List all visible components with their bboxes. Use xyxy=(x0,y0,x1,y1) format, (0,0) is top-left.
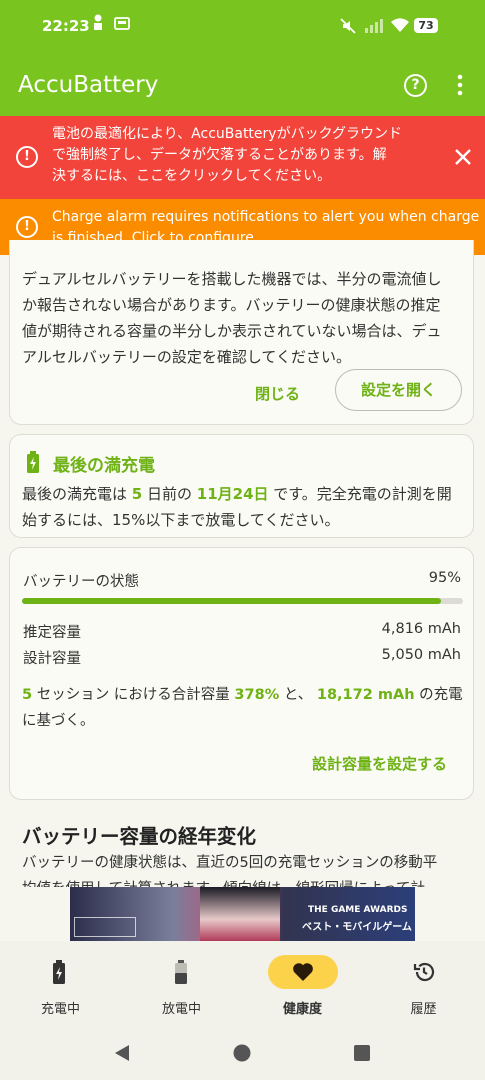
health-percent: 95% xyxy=(428,570,461,586)
battery-health-card: バッテリーの状態 95% 推定容量 4,816 mAh 設計容量 5,050 m… xyxy=(9,547,474,800)
nav-label-health: 健康度 xyxy=(282,1002,322,1017)
total-mah-value: 18,172 mAh xyxy=(316,687,415,703)
nav-history[interactable]: 履歴 xyxy=(363,941,484,1026)
ad-character-art xyxy=(200,887,280,941)
text-segment: と、 xyxy=(279,687,317,703)
set-design-capacity-button[interactable]: 設計容量を設定する xyxy=(312,753,447,774)
bottom-navigation: 充電中 放電中 健康度 履歴 xyxy=(0,941,485,1026)
design-capacity-label: 設計容量 xyxy=(23,651,81,667)
wifi-icon xyxy=(391,18,409,32)
help-icon[interactable]: ? xyxy=(404,74,427,97)
app-bar: AccuBattery ? xyxy=(0,56,485,116)
history-icon xyxy=(413,962,435,982)
battery-status-icon: 73 xyxy=(414,18,438,33)
alarm-line-1: Charge alarm requires notifications to a… xyxy=(52,209,480,225)
text-segment: 最後の満充電は xyxy=(22,485,132,503)
last-full-charge-line-1: 最後の満充電は 5 日前の 11月24日 です。完全充電の計測を開 xyxy=(22,481,452,507)
more-options-icon[interactable] xyxy=(456,74,464,96)
battery-optimization-warning[interactable]: ! 電池の最適化により、AccuBatteryがバックグラウンド で強制終了し、… xyxy=(0,116,485,199)
ad-title: THE GAME AWARDS xyxy=(308,905,408,915)
capacity-description: バッテリーの健康状態は、直近の5回の充電セッションの移動平 均値を使用して計算さ… xyxy=(22,850,482,887)
capacity-line-1: バッテリーの健康状態は、直近の5回の充電セッションの移動平 xyxy=(22,855,438,871)
days-value: 5 xyxy=(131,485,143,503)
text-segment: の充電 xyxy=(414,687,463,703)
signal-icon xyxy=(365,19,383,33)
sessions-value: 5 xyxy=(22,687,33,703)
last-full-charge-card: 最後の満充電 最後の満充電は 5 日前の 11月24日 です。完全充電の計測を開… xyxy=(9,434,474,538)
dual-cell-line-2: か報告されない場合があります。バッテリーの健康状態の推定 xyxy=(22,296,441,314)
dual-cell-line-4: アルセルバッテリーの設定を確認してください。 xyxy=(22,348,351,366)
dual-cell-line-1: デュアルセルバッテリーを搭載した機器では、半分の電流値し xyxy=(22,270,442,288)
nav-label-history: 履歴 xyxy=(410,1002,437,1017)
notification-icon xyxy=(94,14,102,30)
system-navigation-bar xyxy=(0,1026,485,1080)
design-capacity-value: 5,050 mAh xyxy=(381,647,461,663)
capacity-line-2: 均値を使用して計算されます。傾向線は、線形回帰によって計 xyxy=(22,876,482,887)
open-settings-button[interactable]: 設定を開く xyxy=(335,369,462,411)
estimated-capacity-value: 4,816 mAh xyxy=(381,621,461,637)
text-segment: 日前の xyxy=(142,485,197,503)
open-settings-label: 設定を開く xyxy=(360,381,436,399)
capacity-section-title: バッテリー容量の経年変化 xyxy=(22,825,257,848)
dual-cell-line-3: 値が期待される容量の半分しか表示されていない場合は、デュ xyxy=(22,322,442,340)
battery-level-text: 73 xyxy=(418,19,434,32)
nav-label-charging: 充電中 xyxy=(40,1002,80,1017)
home-icon[interactable] xyxy=(233,1044,251,1062)
alert-icon: ! xyxy=(16,146,38,168)
heart-icon xyxy=(293,963,313,981)
battery-charging-icon xyxy=(27,451,39,473)
health-label: バッテリーの状態 xyxy=(23,574,139,590)
nav-health[interactable]: 健康度 xyxy=(242,941,363,1026)
nav-label-discharging: 放電中 xyxy=(161,1002,201,1017)
ad-logo xyxy=(74,917,136,937)
health-progress-fill xyxy=(22,598,441,604)
text-segment: セッション における合計容量 xyxy=(32,687,235,703)
session-summary-line-2: に基づく。 xyxy=(22,713,95,729)
back-icon[interactable] xyxy=(114,1044,130,1062)
ad-banner[interactable]: THE GAME AWARDS ベスト・モバイルゲーム xyxy=(70,887,415,941)
session-summary-line-1: 5 セッション における合計容量 378% と、 18,172 mAh の充電 xyxy=(22,682,463,708)
warning-line-1: 電池の最適化により、AccuBatteryがバックグラウンド xyxy=(52,126,403,142)
last-full-charge-line-2: 始するには、15%以下まで放電してください。 xyxy=(22,511,340,529)
last-full-charge-title: 最後の満充電 xyxy=(53,456,155,476)
mute-icon xyxy=(340,18,356,34)
app-icon xyxy=(114,17,130,30)
ad-subtitle: ベスト・モバイルゲーム xyxy=(302,922,412,933)
nav-discharging[interactable]: 放電中 xyxy=(121,941,242,1026)
status-bar: 22:23 73 xyxy=(0,0,485,56)
battery-charging-icon xyxy=(53,960,65,984)
battery-icon xyxy=(175,960,187,984)
estimated-capacity-label: 推定容量 xyxy=(23,625,81,641)
status-time: 22:23 xyxy=(42,17,90,35)
dual-cell-card: デュアルセルバッテリーを搭載した機器では、半分の電流値し か報告されない場合があ… xyxy=(9,240,474,425)
warning-line-2: で強制終了し、データが欠落することがあります。解 xyxy=(52,147,387,163)
total-percent-value: 378% xyxy=(234,687,280,703)
nav-charging[interactable]: 充電中 xyxy=(0,941,121,1026)
date-value: 11月24日 xyxy=(196,485,269,503)
health-progress-bar xyxy=(22,598,463,604)
text-segment: です。完全充電の計測を開 xyxy=(268,485,452,503)
alert-icon: ! xyxy=(16,216,38,238)
recents-icon[interactable] xyxy=(354,1045,370,1061)
warning-line-3: 決するには、ここをクリックしてください。 xyxy=(52,168,332,184)
close-button[interactable]: 閉じる xyxy=(255,383,300,404)
close-icon[interactable] xyxy=(455,149,471,165)
app-title: AccuBattery xyxy=(18,72,159,98)
